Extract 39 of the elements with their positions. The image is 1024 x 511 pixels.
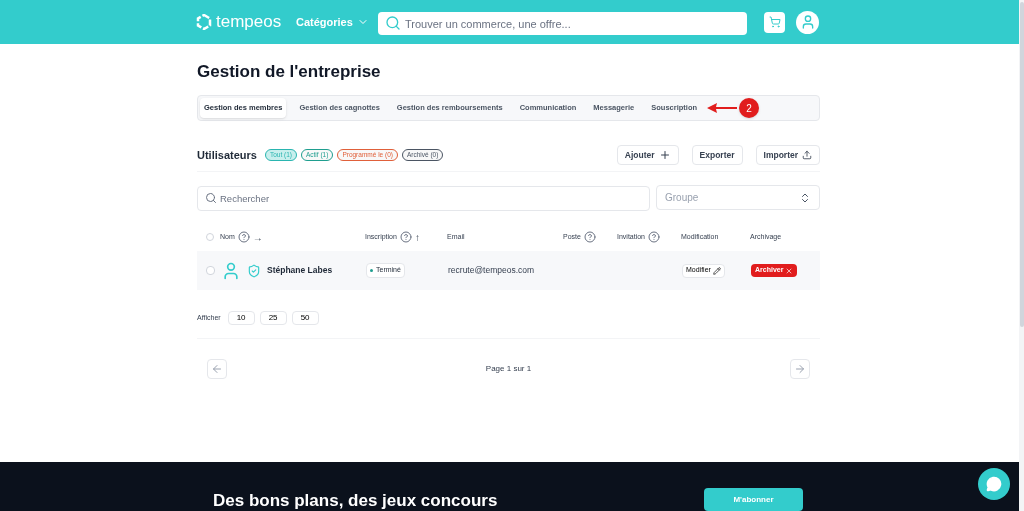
pencil-icon	[712, 266, 721, 275]
chevrons-icon	[799, 191, 811, 204]
row-checkbox[interactable]	[206, 266, 215, 275]
footer-headline: Des bons plans, des jeux concours	[213, 490, 499, 511]
user-avatar-icon	[221, 260, 241, 281]
shield-icon	[247, 263, 261, 278]
chat-button[interactable]	[978, 468, 1010, 500]
search-field[interactable]: Rechercher	[197, 186, 650, 211]
plus-icon	[658, 149, 671, 161]
next-page-button[interactable]	[790, 359, 810, 379]
chat-icon	[986, 476, 1002, 492]
search-icon	[385, 14, 401, 31]
section-title: Utilisateurs	[197, 147, 257, 163]
main-search-field[interactable]: Trouver un commerce, une offre...	[378, 12, 747, 35]
upload-icon	[802, 150, 812, 160]
action-button[interactable]: Importer	[755, 145, 820, 165]
search-icon	[205, 192, 217, 204]
cart-button[interactable]	[764, 11, 785, 33]
arrow-right-icon	[794, 363, 806, 375]
page-size-option[interactable]: 50	[291, 311, 319, 325]
pagination-text: Page 1 sur 1	[485, 363, 532, 375]
logo-text: tempeos	[216, 11, 282, 34]
arrow-left-icon	[211, 363, 223, 375]
action-button[interactable]: Ajouter	[616, 145, 679, 165]
sort-arrow[interactable]: →	[252, 229, 263, 245]
previous-page-button[interactable]	[207, 359, 227, 379]
sort-arrow[interactable]: ↑	[414, 229, 420, 245]
logo-icon	[196, 14, 212, 30]
profile-button[interactable]	[796, 10, 819, 34]
action-button[interactable]: Exporter	[691, 145, 743, 165]
page-title: Gestion de l'entreprise	[197, 62, 382, 82]
page-size-option[interactable]: 10	[227, 311, 255, 325]
close-icon	[785, 266, 794, 275]
arrow-icon	[707, 103, 738, 113]
page-size-option[interactable]: 25	[259, 311, 287, 325]
email-cell-text: recrute@tempeos.com	[448, 264, 536, 277]
cart-icon	[768, 16, 781, 28]
user-name: Stéphane Labes	[267, 264, 333, 277]
step-badge: 2	[739, 98, 760, 118]
